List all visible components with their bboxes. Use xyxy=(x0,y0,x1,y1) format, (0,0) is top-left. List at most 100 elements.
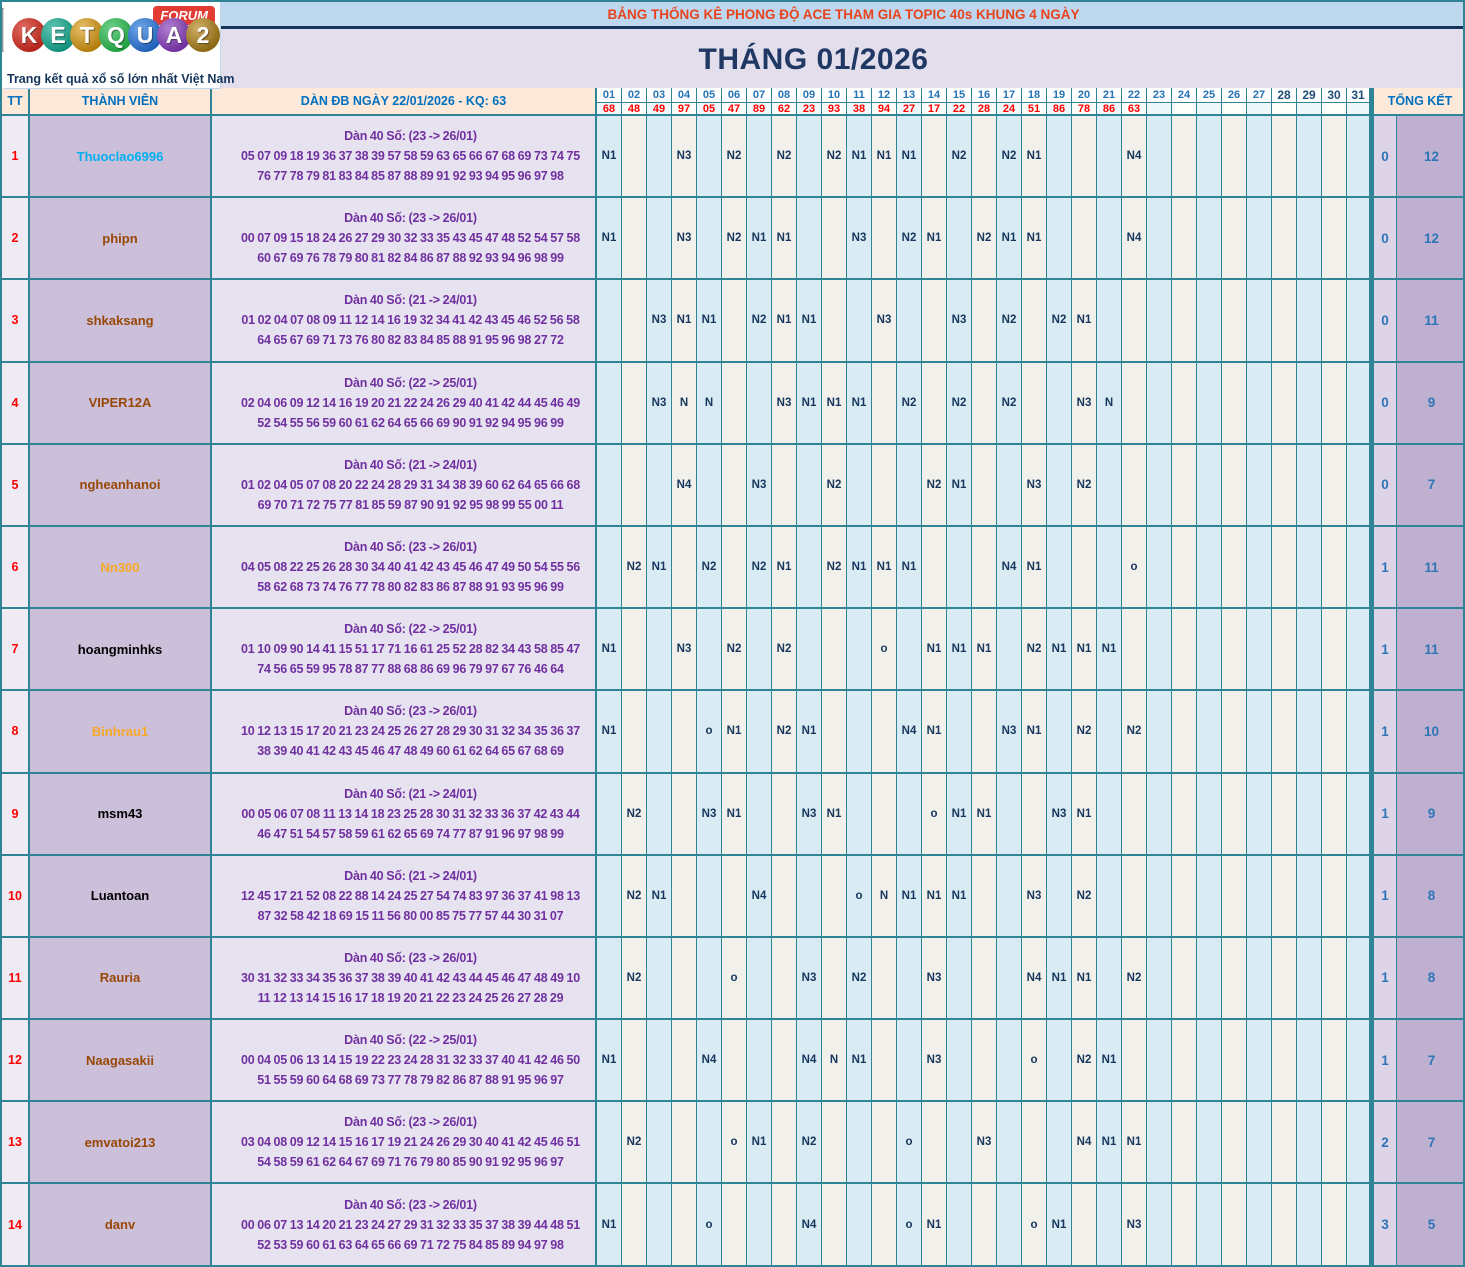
mark-cell xyxy=(972,116,997,199)
day-header: 29 xyxy=(1297,88,1322,103)
day-header: 31 xyxy=(1347,88,1372,103)
mark-cell xyxy=(1322,116,1347,199)
mark-cell xyxy=(1297,198,1322,281)
kq-value: 49 xyxy=(647,103,672,116)
mark-cell xyxy=(997,1184,1022,1265)
mark-cell xyxy=(1122,855,1147,938)
mark-cell xyxy=(672,1102,697,1185)
mark-cell: N2 xyxy=(1072,855,1097,938)
mark-cell: N2 xyxy=(722,116,747,199)
mark-cell: N1 xyxy=(1072,937,1097,1021)
day-header: 02 xyxy=(622,88,647,103)
day-header: 03 xyxy=(647,88,672,103)
mark-cell xyxy=(1097,444,1122,527)
mark-cell xyxy=(1047,1020,1072,1103)
kq-value: 93 xyxy=(822,103,847,116)
mark-cell xyxy=(1222,691,1247,774)
mark-cell xyxy=(947,198,972,281)
mark-cell: N1 xyxy=(1047,937,1072,1021)
dan-line2: 58 62 68 73 74 76 77 78 80 82 83 86 87 8… xyxy=(257,580,564,595)
mark-cell: N1 xyxy=(972,609,997,692)
total-hit: 8 xyxy=(1397,855,1463,938)
mark-cell: N3 xyxy=(672,116,697,199)
mark-cell xyxy=(972,1020,997,1103)
mark-cell: N1 xyxy=(1097,1102,1122,1185)
day-header: 22 xyxy=(1122,88,1147,103)
mark-cell: N1 xyxy=(1097,1020,1122,1103)
row-index: 14 xyxy=(2,1184,30,1265)
stats-table: TT THÀNH VIÊN DÀN ĐB NGÀY 22/01/2026 - KQ:… xyxy=(2,88,1463,1265)
mark-cell: N1 xyxy=(847,526,872,610)
member-name: Nn300 xyxy=(30,526,212,610)
kq-value: 63 xyxy=(1122,103,1147,116)
day-header: 18 xyxy=(1022,88,1047,103)
kq-value: 17 xyxy=(922,103,947,116)
day-header: 11 xyxy=(847,88,872,103)
mark-cell: N1 xyxy=(922,691,947,774)
mark-cell xyxy=(872,1102,897,1185)
mark-cell: N1 xyxy=(747,1102,772,1185)
mark-cell xyxy=(697,198,722,281)
mark-cell xyxy=(1322,444,1347,527)
total-miss: 0 xyxy=(1372,444,1397,527)
row-index: 10 xyxy=(2,855,30,938)
mark-cell xyxy=(1047,855,1072,938)
mark-cell xyxy=(672,937,697,1021)
mark-cell xyxy=(1197,444,1222,527)
mark-cell xyxy=(1322,855,1347,938)
mark-cell xyxy=(1047,198,1072,281)
mark-cell xyxy=(1297,691,1322,774)
mark-cell xyxy=(647,1102,672,1185)
mark-cell xyxy=(1297,116,1322,199)
dan-title: Dàn 40 Số: (22 -> 25/01) xyxy=(344,1033,477,1048)
dan-title: Dàn 40 Số: (21 -> 24/01) xyxy=(344,786,477,801)
mark-cell xyxy=(1197,116,1222,199)
mark-cell xyxy=(1172,116,1197,199)
mark-cell: N2 xyxy=(772,116,797,199)
mark-cell: N4 xyxy=(1122,198,1147,281)
mark-cell xyxy=(997,855,1022,938)
mark-cell: N1 xyxy=(1022,691,1047,774)
mark-cell xyxy=(1222,609,1247,692)
mark-cell: N2 xyxy=(1122,691,1147,774)
mark-cell xyxy=(1197,280,1222,363)
mark-cell: N1 xyxy=(997,198,1022,281)
mark-cell xyxy=(1147,362,1172,445)
mark-cell xyxy=(1147,1020,1172,1103)
mark-cell: N1 xyxy=(1072,773,1097,856)
total-miss: 0 xyxy=(1372,198,1397,281)
mark-cell xyxy=(697,444,722,527)
mark-cell xyxy=(622,198,647,281)
mark-cell xyxy=(1222,937,1247,1021)
logo-letter-ball: 2 xyxy=(186,18,220,52)
mark-cell: N1 xyxy=(1022,198,1047,281)
mark-cell xyxy=(822,1184,847,1265)
day-header: 30 xyxy=(1322,88,1347,103)
mark-cell xyxy=(722,444,747,527)
mark-cell: N2 xyxy=(697,526,722,610)
day-header: 16 xyxy=(972,88,997,103)
mark-cell: o xyxy=(1022,1184,1047,1265)
mark-cell xyxy=(1247,937,1272,1021)
day-header: 01 xyxy=(597,88,622,103)
mark-cell: N2 xyxy=(997,362,1022,445)
dan-cell: Dàn 40 Số: (23 -> 26/01) 05 07 09 18 19 3… xyxy=(212,116,597,199)
mark-cell xyxy=(597,444,622,527)
member-name: hoangminhks xyxy=(30,609,212,692)
mark-cell xyxy=(1172,444,1197,527)
total-hit: 11 xyxy=(1397,526,1463,610)
mark-cell xyxy=(1147,855,1172,938)
dan-line1: 03 04 08 09 12 14 15 16 17 19 21 24 26 2… xyxy=(240,1135,581,1150)
mark-cell xyxy=(1197,937,1222,1021)
mark-cell xyxy=(1097,526,1122,610)
mark-cell: N2 xyxy=(822,444,847,527)
day-header: 09 xyxy=(797,88,822,103)
mark-cell xyxy=(1222,362,1247,445)
mark-cell xyxy=(847,691,872,774)
mark-cell xyxy=(1222,444,1247,527)
mark-cell: N3 xyxy=(847,198,872,281)
mark-cell xyxy=(1097,691,1122,774)
site-logo: FORUM KETQUA2 Trang kết quả xổ số lớn nh… xyxy=(4,2,234,89)
total-miss: 1 xyxy=(1372,691,1397,774)
mark-cell xyxy=(1322,1184,1347,1265)
